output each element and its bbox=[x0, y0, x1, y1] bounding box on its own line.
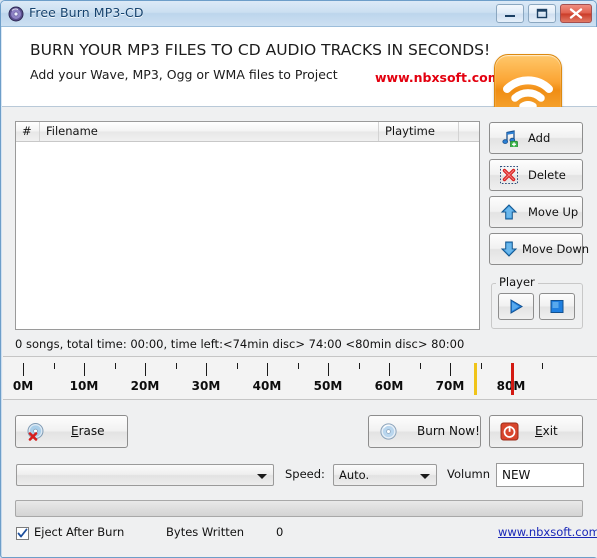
column-header-filename[interactable]: Filename bbox=[40, 122, 379, 141]
ruler-tick-major bbox=[450, 363, 451, 376]
play-icon[interactable] bbox=[498, 293, 534, 320]
maximize-icon[interactable] bbox=[528, 4, 556, 23]
ruler-tick-label: 10M bbox=[69, 379, 99, 393]
ruler-tick-label: 70M bbox=[435, 379, 465, 393]
move-up-button-label: Move Up bbox=[528, 205, 579, 219]
move-down-button-label: Move Down bbox=[522, 242, 590, 256]
ruler-tick-minor bbox=[114, 363, 116, 369]
red-x-delete-icon bbox=[500, 166, 518, 184]
chevron-down-icon bbox=[420, 474, 430, 479]
column-header-number[interactable]: # bbox=[16, 122, 40, 141]
ruler-tick-major bbox=[23, 363, 24, 376]
blue-arrow-down-icon bbox=[500, 240, 518, 258]
ruler-tick-label: 20M bbox=[130, 379, 160, 393]
exit-accelerator: E bbox=[535, 424, 543, 438]
ruler-tick-major bbox=[206, 363, 207, 376]
move-up-button[interactable]: Move Up bbox=[489, 196, 583, 228]
disc-burn-icon bbox=[379, 422, 398, 441]
window-title: Free Burn MP3-CD bbox=[29, 5, 144, 20]
eject-after-burn-checkbox[interactable] bbox=[16, 527, 29, 540]
list-status-summary: 0 songs, total time: 00:00, time left:<7… bbox=[15, 337, 465, 351]
application-window: Free Burn MP3-CD BURN YOUR MP3 FILES TO … bbox=[0, 0, 597, 558]
drive-select[interactable] bbox=[16, 464, 274, 486]
headline-text: BURN YOUR MP3 FILES TO CD AUDIO TRACKS I… bbox=[30, 41, 491, 59]
footer-website-link[interactable]: www.nbxsoft.com bbox=[498, 525, 597, 539]
ruler-tick-major bbox=[328, 363, 329, 376]
burn-now-button-label: Burn Now! bbox=[417, 424, 480, 438]
ruler-tick-minor bbox=[53, 363, 55, 369]
column-header-playtime[interactable]: Playtime bbox=[379, 122, 459, 141]
speed-select[interactable]: Auto. bbox=[333, 464, 437, 486]
exit-label-rest: xit bbox=[542, 424, 558, 438]
chevron-down-icon bbox=[257, 474, 267, 479]
column-header-spacer[interactable] bbox=[459, 122, 479, 141]
speed-label: Speed: bbox=[285, 467, 325, 481]
add-button[interactable]: Add bbox=[489, 122, 583, 154]
ruler-tick-minor bbox=[419, 363, 421, 369]
erase-button-label: Erase bbox=[71, 416, 105, 447]
exit-button-label: Exit bbox=[535, 416, 558, 447]
cd-disc-icon bbox=[8, 6, 24, 22]
capacity-ruler: 0M10M20M30M40M50M60M70M80M bbox=[3, 356, 597, 400]
volume-input[interactable] bbox=[496, 463, 584, 487]
ruler-tick-minor bbox=[480, 363, 482, 369]
ruler-tick-minor bbox=[175, 363, 177, 369]
music-note-add-icon bbox=[500, 129, 518, 148]
ruler-marker-80min bbox=[511, 363, 514, 395]
subheadline-text: Add your Wave, MP3, Ogg or WMA files to … bbox=[30, 67, 338, 82]
erase-label-rest: rase bbox=[78, 424, 105, 438]
volume-label: Volumn bbox=[447, 467, 490, 481]
header-website-link[interactable]: www.nbxsoft.com bbox=[375, 70, 501, 85]
ruler-tick-label: 0M bbox=[12, 379, 34, 393]
bytes-written-label: Bytes Written bbox=[166, 525, 245, 539]
ruler-tick-major bbox=[84, 363, 85, 376]
delete-button[interactable]: Delete bbox=[489, 159, 583, 191]
exit-button[interactable]: Exit bbox=[489, 415, 583, 448]
file-list[interactable]: # Filename Playtime bbox=[15, 121, 480, 330]
player-group-label: Player bbox=[496, 275, 538, 289]
stop-icon[interactable] bbox=[539, 293, 575, 320]
ruler-tick-minor bbox=[236, 363, 238, 369]
erase-accelerator: E bbox=[71, 424, 79, 438]
promo-header: BURN YOUR MP3 FILES TO CD AUDIO TRACKS I… bbox=[2, 27, 597, 120]
ruler-tick-minor bbox=[358, 363, 360, 369]
ruler-tick-label: 60M bbox=[374, 379, 404, 393]
ruler-tick-minor bbox=[297, 363, 299, 369]
burn-progress-bar bbox=[15, 500, 583, 517]
minimize-icon[interactable] bbox=[496, 4, 524, 23]
erase-button[interactable]: Erase bbox=[15, 415, 128, 448]
ruler-tick-label: 50M bbox=[313, 379, 343, 393]
ruler-tick-minor bbox=[541, 363, 543, 369]
close-icon[interactable] bbox=[560, 4, 592, 23]
add-button-label: Add bbox=[528, 131, 551, 145]
ruler-marker-74min bbox=[474, 363, 478, 395]
file-list-header: # Filename Playtime bbox=[16, 122, 479, 142]
ruler-tick-major bbox=[145, 363, 146, 376]
title-bar: Free Burn MP3-CD bbox=[1, 1, 596, 27]
ruler-tick-label: 40M bbox=[252, 379, 282, 393]
power-exit-icon bbox=[500, 422, 519, 441]
blue-arrow-up-icon bbox=[500, 203, 518, 221]
ruler-tick-label: 30M bbox=[191, 379, 221, 393]
speed-select-value: Auto. bbox=[339, 468, 370, 482]
bytes-written-value: 0 bbox=[276, 525, 284, 539]
disc-erase-icon bbox=[26, 422, 45, 441]
ruler-tick-major bbox=[267, 363, 268, 376]
eject-after-burn-label[interactable]: Eject After Burn bbox=[34, 525, 124, 539]
ruler-tick-major bbox=[389, 363, 390, 376]
burn-now-button[interactable]: Burn Now! bbox=[368, 415, 481, 448]
delete-button-label: Delete bbox=[528, 168, 566, 182]
move-down-button[interactable]: Move Down bbox=[489, 233, 589, 265]
main-body: # Filename Playtime 0 songs, total time:… bbox=[2, 107, 597, 557]
